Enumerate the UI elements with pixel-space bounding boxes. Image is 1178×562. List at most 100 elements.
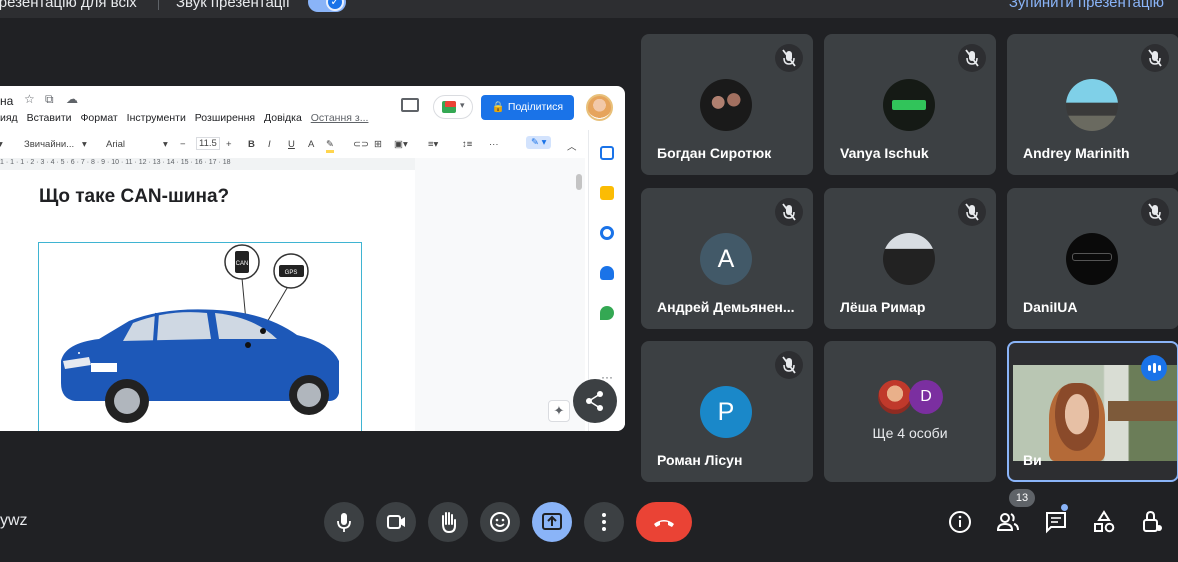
participant-tile[interactable]: Andrey Marinith	[1007, 34, 1178, 175]
participant-tile[interactable]: P Роман Лісун	[641, 341, 813, 482]
camera-button[interactable]	[376, 502, 416, 542]
avatar: A	[700, 233, 752, 285]
last-edit-link[interactable]: Остання з...	[311, 112, 369, 124]
more-participants-label: Ще 4 особи	[872, 425, 948, 441]
avatar	[878, 380, 912, 414]
more-options-button[interactable]	[584, 502, 624, 542]
chevron-down-icon[interactable]: ▾	[0, 139, 3, 150]
keep-icon[interactable]	[600, 186, 614, 200]
contacts-icon[interactable]	[600, 266, 614, 280]
menu-item-format[interactable]: Формат	[80, 112, 117, 124]
notification-dot	[1061, 504, 1068, 511]
car-image[interactable]: CAN GPS	[38, 242, 362, 431]
reactions-button[interactable]	[480, 502, 520, 542]
move-folder-icon[interactable]: ⧉	[45, 92, 54, 107]
doc-title[interactable]: на	[0, 94, 13, 108]
present-sound-toggle[interactable]: ✓	[308, 0, 346, 12]
menu-item-help[interactable]: Довідка	[264, 112, 302, 124]
audio-level-icon	[1141, 355, 1167, 381]
present-sound-label: Звук презентації	[176, 0, 290, 11]
gps-label: GPS	[285, 270, 298, 276]
participant-tile[interactable]: DaniIUA	[1007, 188, 1178, 329]
menu-item-view[interactable]: ияд	[0, 112, 18, 124]
participant-tile[interactable]: Богдан Сиротюк	[641, 34, 813, 175]
avatar: P	[700, 386, 752, 438]
avatar: D	[909, 380, 943, 414]
avatar	[1066, 79, 1118, 131]
avatar[interactable]	[586, 94, 613, 121]
participant-name: Лёша Римар	[840, 299, 926, 315]
chevron-down-icon: ▾	[82, 139, 87, 150]
tasks-icon[interactable]	[600, 226, 614, 240]
chevron-down-icon: ▾	[163, 139, 168, 150]
line-spacing-icon[interactable]: ↕≡	[462, 139, 472, 150]
scrollbar[interactable]	[576, 174, 582, 190]
align-icon[interactable]: ≡▾	[428, 139, 438, 150]
add-comment-icon[interactable]: ⊞	[374, 139, 382, 150]
participant-tile[interactable]: Лёша Римар	[824, 188, 996, 329]
people-icon	[996, 513, 1019, 531]
more-participants-tile[interactable]: D Ще 4 особи	[824, 341, 996, 482]
share-button[interactable]: 🔒 Поділитися	[481, 95, 574, 120]
avatar	[883, 233, 935, 285]
increase-font-button[interactable]: +	[226, 139, 232, 150]
mic-off-icon	[1141, 198, 1169, 226]
highlight-icon[interactable]: ✎	[326, 139, 334, 153]
docs-menu-bar: ияд Вставити Формат Інструменти Розширен…	[0, 112, 374, 124]
maps-icon[interactable]	[600, 306, 614, 320]
lock-person-icon	[1143, 510, 1162, 532]
raise-hand-button[interactable]	[428, 502, 468, 542]
divider	[158, 0, 159, 10]
more-vert-icon	[602, 513, 606, 531]
mic-off-icon	[1141, 44, 1169, 72]
present-button[interactable]	[532, 502, 572, 542]
chat-button[interactable]	[1043, 509, 1069, 535]
comment-history-icon[interactable]	[401, 98, 419, 112]
host-controls-button[interactable]	[1139, 509, 1165, 535]
underline-icon[interactable]: U	[288, 139, 295, 150]
menu-item-tools[interactable]: Інструменти	[127, 112, 186, 124]
hang-up-icon	[654, 520, 674, 527]
meeting-info-button[interactable]	[947, 509, 973, 535]
italic-icon[interactable]: I	[268, 139, 271, 150]
editing-mode-icon[interactable]: ✎ ▾	[526, 136, 552, 149]
participant-tile[interactable]: Vanya Ischuk	[824, 34, 996, 175]
present-icon	[542, 513, 562, 530]
chevron-up-icon[interactable]: ︿	[567, 139, 577, 153]
bold-icon[interactable]: B	[248, 139, 255, 150]
link-icon[interactable]: ⊂⊃	[353, 139, 369, 150]
star-icon[interactable]: ☆	[24, 92, 35, 106]
mic-icon	[337, 513, 351, 532]
menu-item-insert[interactable]: Вставити	[27, 112, 72, 124]
participant-name: Andrey Marinith	[1023, 145, 1130, 161]
share-label: Поділитися	[507, 101, 564, 113]
meet-button[interactable]: ▾	[433, 95, 473, 119]
leave-call-button[interactable]	[636, 502, 692, 542]
present-for-all-label: Презентацію для всіх	[0, 0, 137, 11]
share-icon[interactable]	[573, 379, 617, 423]
mic-off-icon	[958, 198, 986, 226]
page-background	[415, 158, 585, 431]
calendar-icon[interactable]	[600, 146, 614, 160]
decrease-font-button[interactable]: −	[180, 139, 186, 150]
menu-item-extensions[interactable]: Розширення	[195, 112, 255, 124]
self-tile[interactable]: Ви	[1007, 341, 1178, 482]
participant-tile[interactable]: A Андрей Демьянен...	[641, 188, 813, 329]
more-icon[interactable]: ···	[489, 139, 499, 150]
mic-off-icon	[775, 198, 803, 226]
can-label: CAN	[236, 261, 249, 267]
microphone-button[interactable]	[324, 502, 364, 542]
stop-presenting-button[interactable]: Зупинити презентацію	[1009, 0, 1164, 11]
explore-icon[interactable]: ✦	[548, 400, 570, 422]
insert-image-icon[interactable]: ▣▾	[394, 139, 408, 150]
text-color-icon[interactable]: A	[308, 139, 314, 150]
people-button[interactable]	[995, 509, 1021, 535]
cloud-status-icon: ☁	[66, 92, 78, 106]
info-icon	[949, 511, 971, 533]
font-select[interactable]: Arial	[106, 139, 125, 150]
ruler: 1 · 1 · 1 · 2 · 3 · 4 · 5 · 6 · 7 · 8 · …	[0, 158, 415, 170]
font-size-input[interactable]: 11.5	[196, 137, 220, 150]
style-select[interactable]: Звичайни...	[24, 139, 74, 150]
emoji-icon	[490, 512, 510, 532]
activities-button[interactable]	[1091, 509, 1117, 535]
